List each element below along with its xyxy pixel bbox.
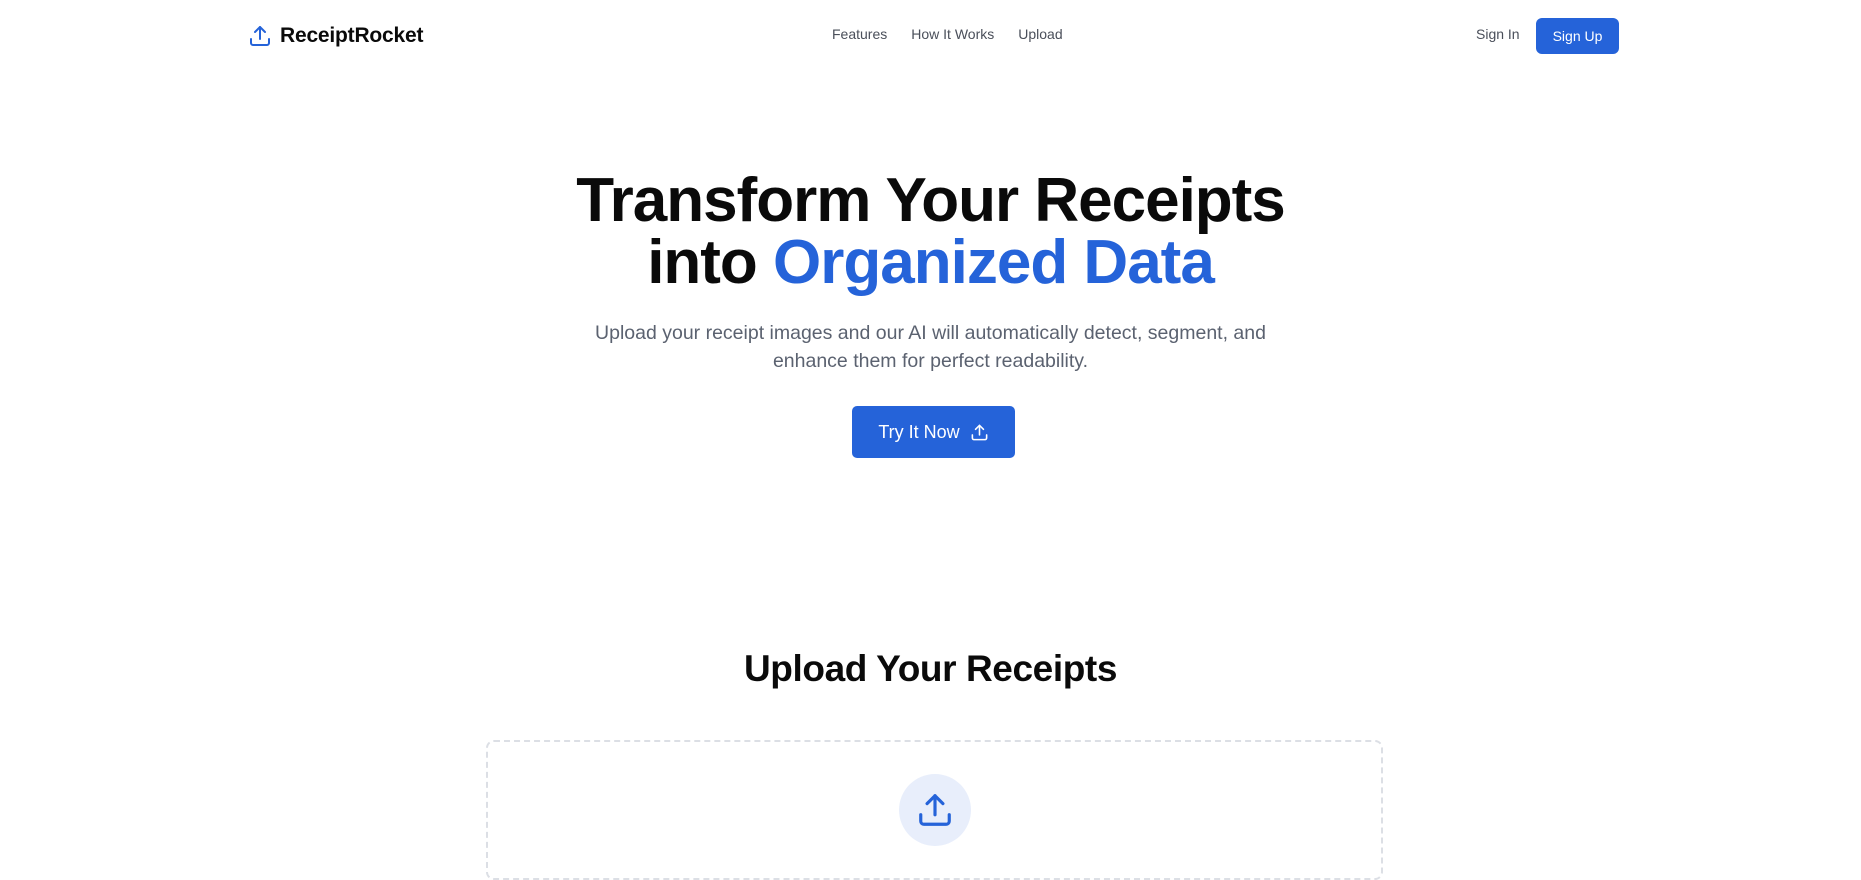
hero-subtitle: Upload your receipt images and our AI wi…: [595, 322, 1266, 372]
try-it-now-label: Try It Now: [878, 421, 960, 442]
try-it-now-button[interactable]: Try It Now: [852, 406, 1015, 458]
upload-icon: [248, 24, 272, 48]
brand-logo[interactable]: ReceiptRocket: [248, 22, 423, 50]
upload-dropzone[interactable]: [486, 740, 1383, 880]
upload-icon: [970, 423, 989, 442]
hero-title-line2-prefix: into: [647, 228, 774, 297]
sign-in-link[interactable]: Sign In: [1476, 26, 1520, 42]
hero-section: Transform Your Receipts into Organized D…: [0, 170, 1861, 458]
hero-title-accent: Organized Data: [773, 228, 1215, 297]
hero-title: Transform Your Receipts into Organized D…: [0, 170, 1861, 294]
nav-link-how-it-works[interactable]: How It Works: [911, 26, 994, 42]
sign-up-button[interactable]: Sign Up: [1536, 18, 1619, 54]
navbar: ReceiptRocket Features How It Works Uplo…: [0, 0, 1861, 72]
upload-icon: [916, 791, 954, 829]
dropzone-icon-circle: [899, 774, 971, 846]
nav-link-upload[interactable]: Upload: [1018, 26, 1062, 42]
nav-links: Features How It Works Upload: [832, 26, 1063, 42]
hero-title-line1: Transform Your Receipts: [576, 166, 1286, 235]
brand-name: ReceiptRocket: [280, 24, 424, 47]
nav-link-features[interactable]: Features: [832, 26, 887, 42]
upload-section-title: Upload Your Receipts: [743, 648, 1118, 689]
